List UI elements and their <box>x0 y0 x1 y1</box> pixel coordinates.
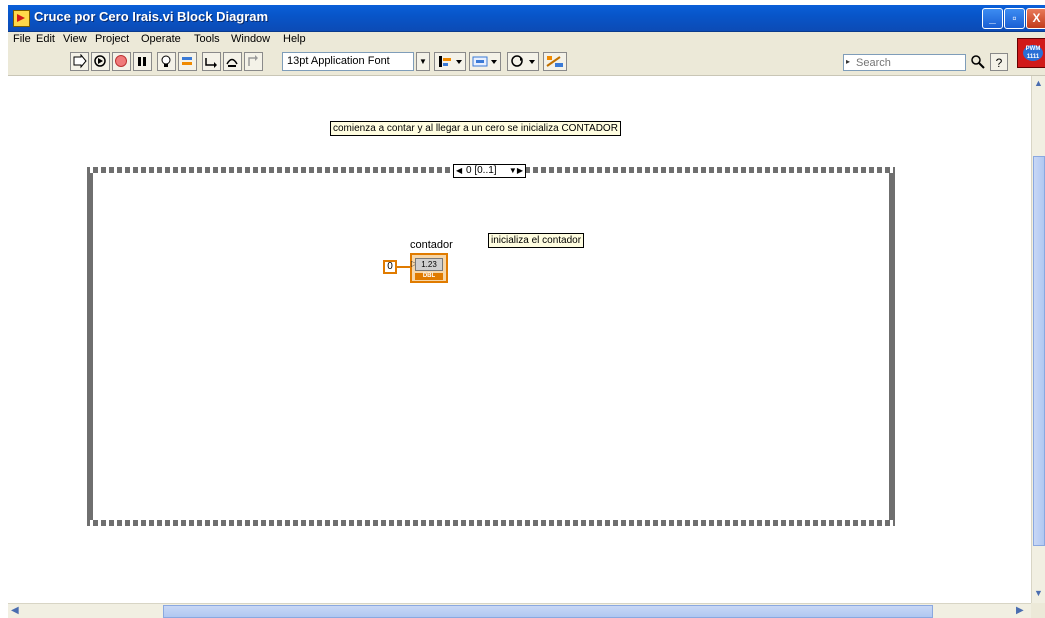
menu-view[interactable]: View <box>63 33 87 45</box>
search-dropdown-icon[interactable]: ▸ <box>846 57 850 66</box>
menu-window[interactable]: Window <box>231 33 270 45</box>
font-dropdown-arrow-icon[interactable]: ▼ <box>416 52 430 71</box>
step-out-icon[interactable] <box>244 52 263 71</box>
numeric-constant[interactable]: 0 <box>383 260 397 274</box>
highlight-execution-icon[interactable] <box>157 52 176 71</box>
title-bar[interactable]: Cruce por Cero Irais.vi Block Diagram _ … <box>8 5 1045 32</box>
search-icon[interactable] <box>970 54 985 69</box>
retain-wire-values-icon[interactable] <box>178 52 197 71</box>
font-select[interactable]: 13pt Application Font <box>282 52 414 71</box>
labview-app-icon <box>13 10 30 27</box>
numeric-indicator[interactable]: ▷ 1.23 DBL <box>410 253 448 283</box>
toolbar: 13pt Application Font ▼ ▸ ? <box>8 49 1045 76</box>
scroll-right-icon[interactable]: ▶ <box>1016 605 1024 616</box>
sequence-frame-selector[interactable]: ◀ 0 [0..1] ▼▶ <box>453 164 526 178</box>
menu-bar: File Edit View Project Operate Tools Win… <box>8 32 1045 48</box>
step-into-icon[interactable] <box>202 52 221 71</box>
indicator-type: DBL <box>415 273 443 280</box>
maximize-button[interactable]: ▫ <box>1004 8 1025 29</box>
vi-connector-icon[interactable]: PWM 1111 <box>1017 38 1045 68</box>
comment-top[interactable]: comienza a contar y al llegar a un cero … <box>330 121 621 136</box>
menu-operate[interactable]: Operate <box>141 33 181 45</box>
prev-frame-icon[interactable]: ◀ <box>456 165 462 177</box>
next-frame-icon[interactable]: ▼▶ <box>509 165 523 177</box>
stacked-sequence-structure[interactable] <box>87 167 895 526</box>
help-icon[interactable]: ? <box>990 53 1008 71</box>
scroll-down-icon[interactable]: ▼ <box>1034 588 1043 598</box>
menu-project[interactable]: Project <box>95 33 129 45</box>
run-arrow-icon[interactable] <box>70 52 89 71</box>
indicator-display: 1.23 <box>415 258 443 271</box>
search-field[interactable]: ▸ <box>843 54 966 71</box>
menu-help[interactable]: Help <box>283 33 306 45</box>
pause-icon[interactable] <box>133 52 152 71</box>
horizontal-scrollbar[interactable]: ◀ ▶ <box>8 603 1031 618</box>
search-input[interactable] <box>856 55 956 70</box>
vertical-scroll-thumb[interactable] <box>1033 156 1045 546</box>
vertical-scrollbar[interactable]: ▲ ▼ <box>1031 76 1045 603</box>
align-objects-icon[interactable] <box>434 52 466 71</box>
wire[interactable] <box>397 266 411 268</box>
scroll-up-icon[interactable]: ▲ <box>1034 78 1043 88</box>
close-button[interactable]: X <box>1026 8 1045 29</box>
comment-inner[interactable]: inicializa el contador <box>488 233 585 248</box>
step-over-icon[interactable] <box>223 52 242 71</box>
abort-icon[interactable] <box>112 52 131 71</box>
reorder-icon[interactable] <box>507 52 539 71</box>
minimize-button[interactable]: _ <box>982 8 1003 29</box>
menu-tools[interactable]: Tools <box>194 33 220 45</box>
clean-up-diagram-icon[interactable] <box>543 52 567 71</box>
labview-window: Cruce por Cero Irais.vi Block Diagram _ … <box>8 5 1045 618</box>
run-continuously-icon[interactable] <box>91 52 110 71</box>
vi-icon-label: PWM 1111 <box>1023 45 1043 61</box>
scroll-left-icon[interactable]: ◀ <box>11 605 19 616</box>
window-title: Cruce por Cero Irais.vi Block Diagram <box>34 9 269 24</box>
sequence-frame-label: 0 [0..1] <box>466 165 497 176</box>
distribute-objects-icon[interactable] <box>469 52 501 71</box>
menu-file[interactable]: File <box>13 33 31 45</box>
horizontal-scroll-thumb[interactable] <box>163 605 933 618</box>
menu-edit[interactable]: Edit <box>36 33 55 45</box>
indicator-label[interactable]: contador <box>410 239 453 251</box>
block-diagram-canvas[interactable]: comienza a contar y al llegar a un cero … <box>8 76 1031 603</box>
